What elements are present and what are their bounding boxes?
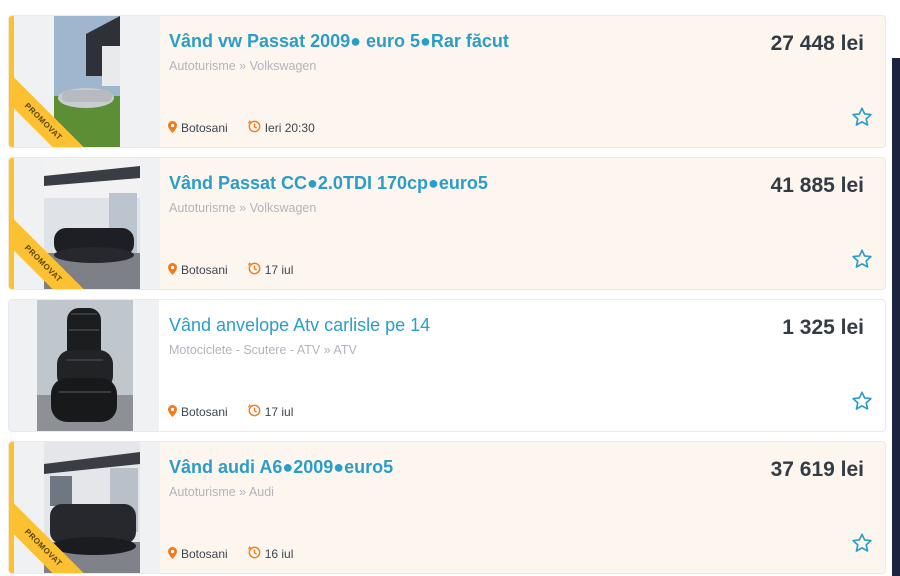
- listing-category: Autoturisme » Volkswagen: [169, 59, 317, 73]
- listing-location: Botosani: [181, 263, 228, 277]
- listing-category: Autoturisme » Audi: [169, 485, 274, 499]
- favorite-star-icon[interactable]: [851, 532, 873, 554]
- listing-price: 37 619 lei: [770, 458, 864, 481]
- listing-list: PROMOVAT Vând vw Passat 2009● euro 5●Rar…: [8, 15, 886, 576]
- page-edge: [892, 58, 900, 576]
- listing-date: 17 iul: [264, 263, 294, 277]
- listing-title[interactable]: Vând audi A6●2009●euro5: [169, 457, 393, 478]
- listing-meta: Botosani 17 iul: [168, 262, 293, 278]
- listing-category: Motociclete - Scutere - ATV » ATV: [169, 343, 357, 357]
- location-pin-icon: [168, 546, 177, 562]
- listing-card[interactable]: Vând anvelope Atv carlisle pe 14 Motocic…: [8, 299, 886, 432]
- listing-photo[interactable]: PROMOVAT: [14, 158, 160, 289]
- listing-price: 41 885 lei: [770, 174, 864, 197]
- listing-date: 17 iul: [264, 405, 294, 419]
- location-pin-icon: [168, 120, 177, 136]
- listing-meta: Botosani Ieri 20:30: [168, 120, 315, 136]
- listing-title[interactable]: Vând vw Passat 2009● euro 5●Rar făcut: [169, 31, 509, 52]
- favorite-star-icon[interactable]: [851, 248, 873, 270]
- listing-card[interactable]: PROMOVAT Vând Passat CC●2.0TDI 170cp●eur…: [8, 157, 886, 290]
- listing-meta: Botosani 16 iul: [168, 546, 293, 562]
- listing-photo[interactable]: [9, 300, 159, 431]
- listing-photo[interactable]: PROMOVAT: [14, 442, 160, 573]
- listing-location: Botosani: [181, 405, 228, 419]
- location-pin-icon: [168, 262, 177, 278]
- listing-title[interactable]: Vând anvelope Atv carlisle pe 14: [169, 315, 430, 336]
- clock-history-icon: [247, 120, 261, 136]
- listing-title[interactable]: Vând Passat CC●2.0TDI 170cp●euro5: [169, 173, 488, 194]
- location-pin-icon: [168, 404, 177, 420]
- listing-location: Botosani: [181, 121, 228, 135]
- listing-price: 27 448 lei: [770, 32, 864, 55]
- listing-date: Ieri 20:30: [264, 121, 315, 135]
- listing-card[interactable]: PROMOVAT Vând audi A6●2009●euro5 Autotur…: [8, 441, 886, 574]
- listing-photo[interactable]: PROMOVAT: [14, 16, 160, 147]
- listing-location: Botosani: [181, 547, 228, 561]
- clock-history-icon: [247, 404, 261, 420]
- clock-history-icon: [247, 546, 261, 562]
- clock-history-icon: [247, 262, 261, 278]
- listing-card[interactable]: PROMOVAT Vând vw Passat 2009● euro 5●Rar…: [8, 15, 886, 148]
- listing-price: 1 325 lei: [782, 316, 864, 339]
- listing-category: Autoturisme » Volkswagen: [169, 201, 317, 215]
- listing-date: 16 iul: [264, 547, 294, 561]
- favorite-star-icon[interactable]: [851, 106, 873, 128]
- listing-meta: Botosani 17 iul: [168, 404, 293, 420]
- favorite-star-icon[interactable]: [851, 390, 873, 412]
